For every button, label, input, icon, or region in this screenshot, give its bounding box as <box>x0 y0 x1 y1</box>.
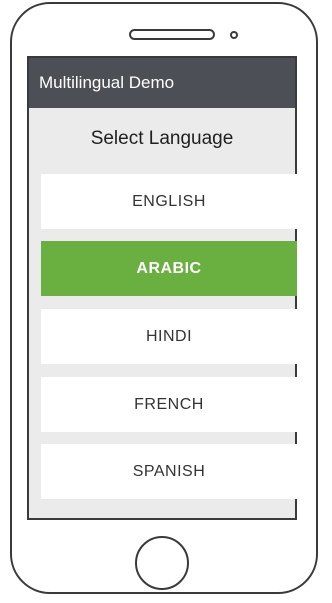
language-option-english[interactable]: ENGLISH <box>41 174 297 229</box>
select-language-heading: Select Language <box>90 128 234 149</box>
language-option-spanish[interactable]: SPANISH <box>41 444 297 499</box>
mockup-stage: Multilingual Demo Select Language ENGLIS… <box>0 0 332 603</box>
home-button-icon[interactable] <box>135 536 189 590</box>
front-camera-icon <box>230 31 238 39</box>
language-option-arabic[interactable]: ARABIC <box>41 241 297 296</box>
speaker-slot-icon <box>129 29 215 40</box>
app-bar-title: Multilingual Demo <box>29 58 295 108</box>
language-option-hindi[interactable]: HINDI <box>41 309 297 364</box>
language-option-french[interactable]: FRENCH <box>41 377 297 432</box>
